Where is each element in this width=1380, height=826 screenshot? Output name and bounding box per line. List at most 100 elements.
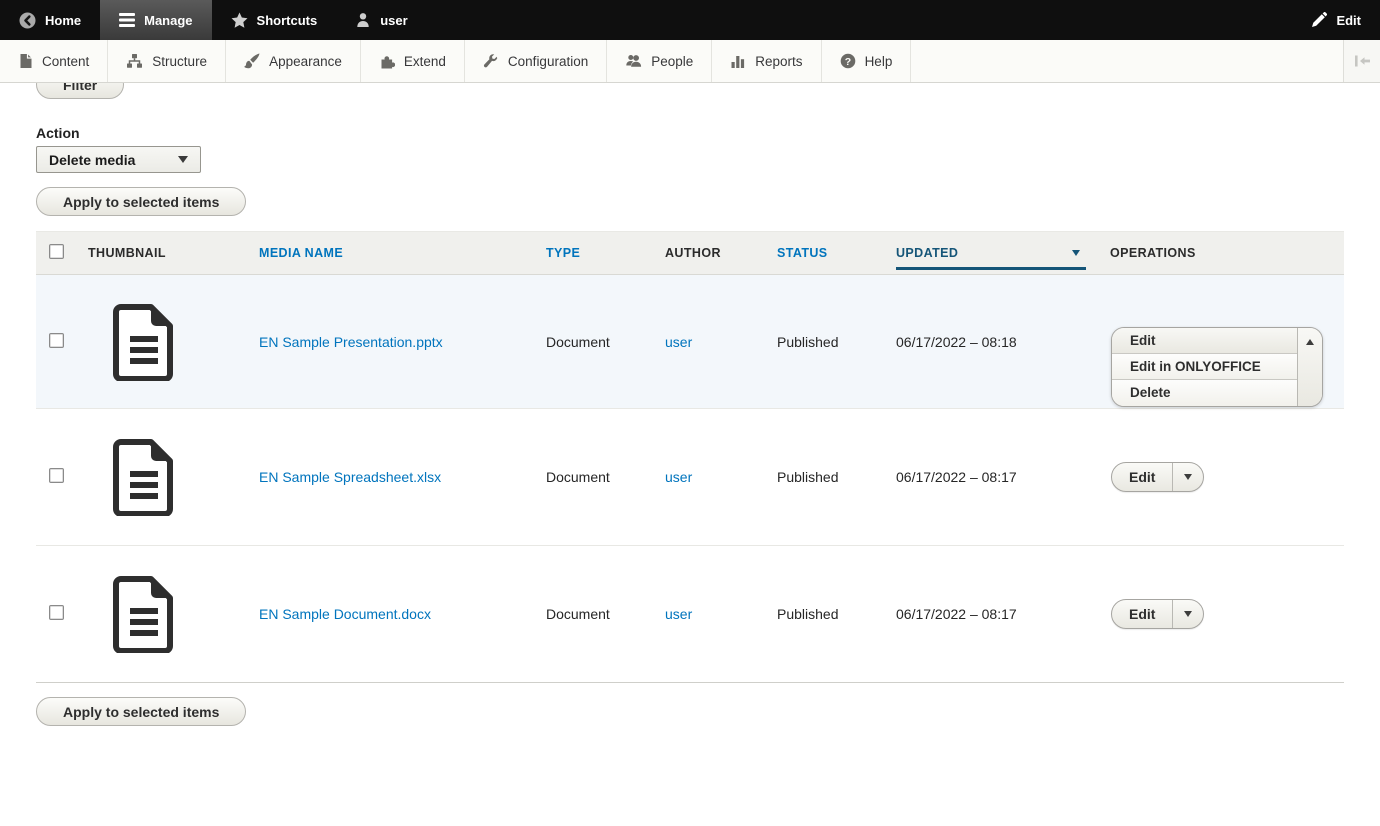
table-row: EN Sample Spreadsheet.xlsx Document user… xyxy=(36,408,1344,545)
row-checkbox[interactable] xyxy=(49,605,64,620)
operations-dropbutton: Edit xyxy=(1111,599,1205,629)
document-file-icon xyxy=(113,303,173,381)
header-media-name[interactable]: MEDIA NAME xyxy=(259,246,343,260)
chevron-down-icon xyxy=(178,156,188,163)
help-icon: ? xyxy=(840,53,855,69)
document-file-icon xyxy=(113,439,173,516)
chevron-down-icon xyxy=(1184,611,1193,617)
toolbar-home-label: Home xyxy=(45,12,82,28)
menu-item-extend[interactable]: Extend xyxy=(360,40,465,82)
dropbutton-toggle[interactable] xyxy=(1172,600,1203,628)
drupal-media-admin-screen: Filter Action Delete media Apply to sele… xyxy=(0,0,1380,826)
operation-edit-in-onlyoffice[interactable]: Edit in ONLYOFFICE xyxy=(1112,354,1297,380)
dropbutton-toggle[interactable] xyxy=(1172,463,1203,491)
apply-to-selected-button-bottom[interactable]: Apply to selected items xyxy=(36,697,247,726)
header-updated-sort[interactable]: UPDATED xyxy=(896,246,1086,270)
thumbnail-cell xyxy=(88,438,259,516)
people-icon xyxy=(626,55,642,67)
paintbrush-icon xyxy=(244,53,260,69)
menu-extend-label: Extend xyxy=(403,53,446,69)
menu-configuration-label: Configuration xyxy=(507,53,589,69)
toolbar-tab-user[interactable]: user xyxy=(336,0,426,40)
bar-chart-icon xyxy=(731,56,745,68)
apply-to-selected-button-top[interactable]: Apply to selected items xyxy=(36,187,247,216)
hamburger-menu-icon xyxy=(119,13,136,27)
author-link[interactable]: user xyxy=(665,334,692,350)
menu-content-label: Content xyxy=(42,53,90,69)
thumbnail-cell xyxy=(88,575,259,653)
menu-item-help[interactable]: ? Help xyxy=(821,40,912,82)
menu-reports-label: Reports xyxy=(755,53,803,69)
menu-spacer xyxy=(911,40,1343,82)
operation-edit[interactable]: Edit xyxy=(1112,328,1297,354)
toolbar-tab-manage[interactable]: Manage xyxy=(100,0,212,40)
status-cell: Published xyxy=(777,333,839,350)
header-updated[interactable]: UPDATED xyxy=(896,246,958,260)
type-cell: Document xyxy=(546,606,610,622)
media-table: THUMBNAIL MEDIA NAME TYPE AUTHOR STATUS … xyxy=(36,231,1344,683)
row-checkbox[interactable] xyxy=(49,468,64,483)
document-file-icon xyxy=(113,576,173,653)
menu-appearance-label: Appearance xyxy=(269,53,342,69)
menu-structure-label: Structure xyxy=(152,53,208,69)
content-icon xyxy=(20,54,32,68)
type-cell: Document xyxy=(546,469,610,485)
menu-item-appearance[interactable]: Appearance xyxy=(226,40,361,82)
toolbar-edit-button[interactable]: Edit xyxy=(1292,0,1380,40)
toolbar-shortcuts-label: Shortcuts xyxy=(256,12,318,28)
media-name-link[interactable]: EN Sample Presentation.pptx xyxy=(259,334,443,350)
toolbar-edit-label: Edit xyxy=(1336,12,1361,28)
header-status[interactable]: STATUS xyxy=(777,246,828,260)
menu-item-people[interactable]: People xyxy=(607,40,713,82)
toolbar-collapse-button[interactable] xyxy=(1343,40,1380,82)
dropbutton-toggle[interactable] xyxy=(1297,328,1322,406)
menu-item-configuration[interactable]: Configuration xyxy=(464,40,608,82)
admin-menu-bar: Content Structure Appearance Extend Conf… xyxy=(0,40,1380,83)
toolbar-tab-home[interactable]: Home xyxy=(0,0,100,40)
action-select[interactable]: Delete media xyxy=(36,146,201,173)
table-row: EN Sample Document.docx Document user Pu… xyxy=(36,545,1344,682)
row-checkbox[interactable] xyxy=(49,332,64,348)
puzzle-icon xyxy=(381,56,395,69)
operations-dropbutton: Edit xyxy=(1111,462,1205,492)
back-home-icon xyxy=(19,12,36,29)
operation-edit[interactable]: Edit xyxy=(1112,600,1172,628)
status-cell: Published xyxy=(777,606,839,622)
menu-item-structure[interactable]: Structure xyxy=(108,40,227,82)
toolbar-manage-label: Manage xyxy=(144,12,193,28)
svg-text:?: ? xyxy=(844,56,850,68)
header-thumbnail: THUMBNAIL xyxy=(88,246,166,260)
menu-item-reports[interactable]: Reports xyxy=(712,40,822,82)
structure-icon xyxy=(127,54,143,68)
author-link[interactable]: user xyxy=(665,606,692,622)
chevron-down-icon xyxy=(1184,474,1193,480)
pencil-icon xyxy=(1311,12,1328,28)
user-icon xyxy=(355,12,371,28)
menu-people-label: People xyxy=(651,53,694,69)
toolbar-user-label: user xyxy=(380,12,408,28)
admin-toolbar: Home Manage Shortcuts user Edit xyxy=(0,0,1380,40)
updated-cell: 06/17/2022 – 08:17 xyxy=(896,469,1017,485)
author-link[interactable]: user xyxy=(665,469,692,485)
wrench-icon xyxy=(483,54,498,68)
star-icon xyxy=(231,12,248,29)
collapse-left-icon xyxy=(1354,55,1370,67)
updated-cell: 06/17/2022 – 08:17 xyxy=(896,606,1017,622)
sort-desc-icon xyxy=(1072,250,1080,256)
media-name-link[interactable]: EN Sample Spreadsheet.xlsx xyxy=(259,469,441,485)
table-header-row: THUMBNAIL MEDIA NAME TYPE AUTHOR STATUS … xyxy=(36,231,1344,275)
menu-help-label: Help xyxy=(864,53,893,69)
menu-item-content[interactable]: Content xyxy=(0,40,109,82)
operation-edit[interactable]: Edit xyxy=(1112,463,1172,491)
action-label: Action xyxy=(36,125,80,141)
select-all-checkbox[interactable] xyxy=(49,244,64,259)
chevron-up-icon xyxy=(1306,339,1314,345)
action-select-value: Delete media xyxy=(49,151,136,168)
toolbar-tab-shortcuts[interactable]: Shortcuts xyxy=(212,0,337,40)
operation-delete[interactable]: Delete xyxy=(1112,380,1297,406)
type-cell: Document xyxy=(546,333,610,350)
header-operations: OPERATIONS xyxy=(1110,246,1196,260)
media-name-link[interactable]: EN Sample Document.docx xyxy=(259,606,431,622)
header-type[interactable]: TYPE xyxy=(546,246,580,260)
